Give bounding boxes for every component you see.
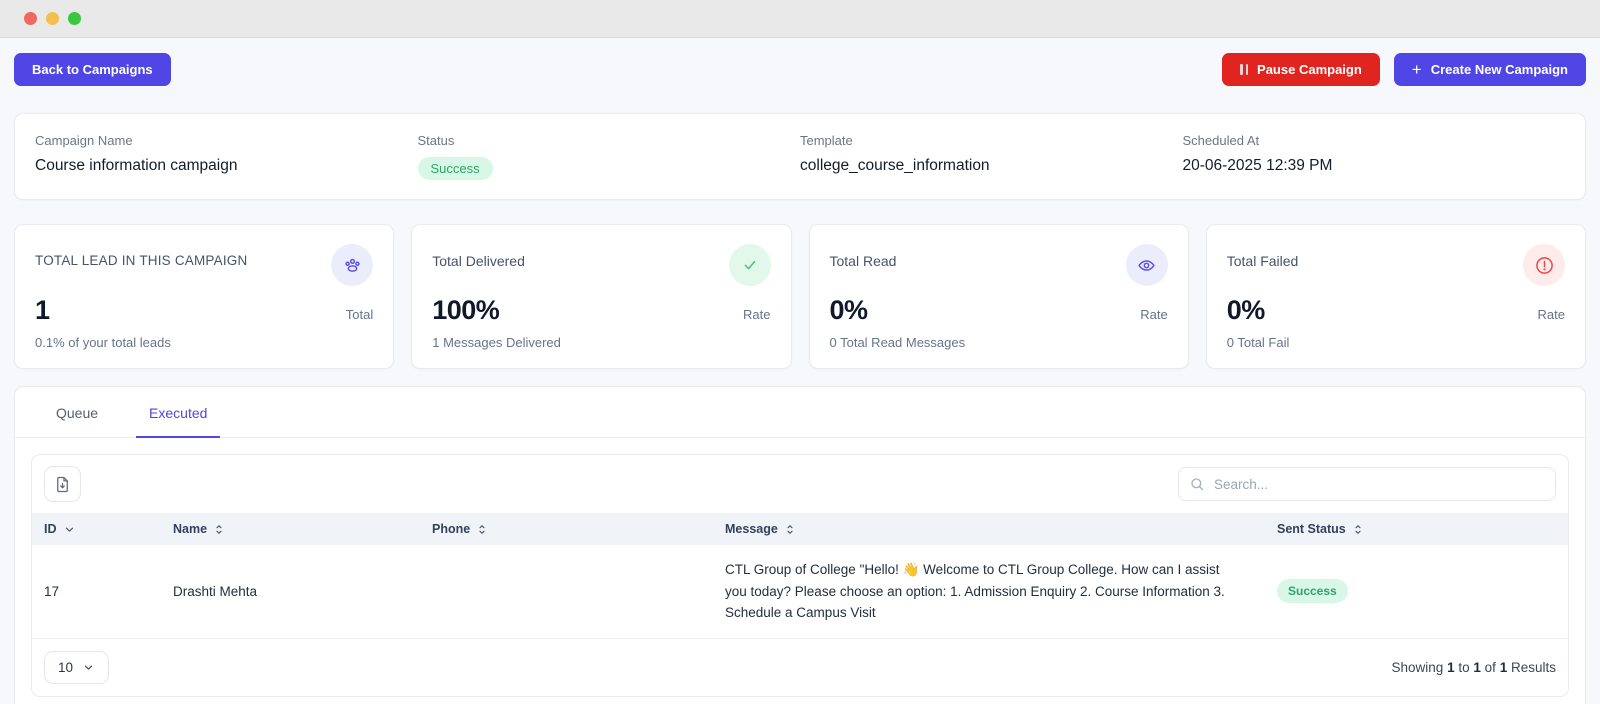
stat-subtitle: 0 Total Fail [1227,335,1565,350]
stat-value: 0% [1227,295,1265,326]
close-window-button[interactable] [24,12,37,25]
search-icon [1189,476,1205,492]
table-row[interactable]: 17 Drashti Mehta CTL Group of College "H… [32,545,1568,638]
pause-icon [1240,64,1248,75]
header-id-label: ID [44,522,57,536]
stat-unit: Total [346,307,373,326]
back-to-campaigns-button[interactable]: Back to Campaigns [14,53,171,86]
search-input[interactable] [1178,467,1556,501]
plus-icon: + [1412,61,1422,78]
tab-queue[interactable]: Queue [43,387,111,438]
table-header-row: ID Name [32,513,1568,545]
stat-value: 0% [830,295,868,326]
stat-card-total-delivered: Total Delivered 100% Rate 1 Messages Del… [411,224,791,369]
cell-sent-status: Success [1265,545,1568,638]
action-bar-right: Pause Campaign + Create New Campaign [1222,53,1586,86]
search-box [1178,467,1556,501]
results-to: 1 [1473,660,1481,675]
sort-icon [213,523,225,536]
stat-value: 1 [35,295,50,326]
status-label: Status [418,133,801,148]
header-name-label: Name [173,522,207,536]
stat-title: TOTAL LEAD IN THIS CAMPAIGN [35,244,247,268]
sent-status-badge: Success [1277,579,1348,603]
stats-row: TOTAL LEAD IN THIS CAMPAIGN 1 Total 0.1%… [14,224,1586,369]
template-field: Template college_course_information [800,133,1183,180]
window-titlebar [0,0,1600,38]
cell-id: 17 [32,545,161,638]
file-download-icon [53,475,72,494]
stat-subtitle: 0 Total Read Messages [830,335,1168,350]
leads-table-panel: ID Name [31,454,1569,697]
tab-bar: Queue Executed [15,387,1585,438]
export-file-button[interactable] [44,466,81,502]
results-from: 1 [1447,660,1455,675]
status-field: Status Success [418,133,801,180]
campaign-name-value: Course information campaign [35,157,418,175]
sort-icon [784,523,796,536]
template-label: Template [800,133,1183,148]
stat-subtitle: 0.1% of your total leads [35,335,373,350]
stat-card-total-lead: TOTAL LEAD IN THIS CAMPAIGN 1 Total 0.1%… [14,224,394,369]
stat-subtitle: 1 Messages Delivered [432,335,770,350]
header-phone[interactable]: Phone [420,513,713,545]
stat-unit: Rate [1140,307,1167,326]
pause-campaign-button[interactable]: Pause Campaign [1222,53,1380,86]
stat-card-total-failed: Total Failed 0% Rate 0 Total Fail [1206,224,1586,369]
chevron-down-icon [82,661,95,674]
status-badge: Success [418,157,493,180]
results-summary: Showing 1 to 1 of 1 Results [1392,660,1556,675]
create-new-campaign-label: Create New Campaign [1431,62,1568,77]
maximize-window-button[interactable] [68,12,81,25]
template-value: college_course_information [800,157,1183,175]
header-id[interactable]: ID [32,513,161,545]
table-footer: 10 Showing 1 to 1 of 1 Results [32,638,1568,696]
alert-icon [1523,244,1565,286]
pause-campaign-label: Pause Campaign [1257,62,1362,77]
stat-value: 100% [432,295,499,326]
campaign-name-field: Campaign Name Course information campaig… [35,133,418,180]
scheduled-at-label: Scheduled At [1183,133,1566,148]
back-to-campaigns-label: Back to Campaigns [32,62,153,77]
sort-icon [1352,523,1364,536]
sort-icon [476,523,488,536]
header-name[interactable]: Name [161,513,420,545]
campaign-info-card: Campaign Name Course information campaig… [14,113,1586,200]
users-icon [331,244,373,286]
results-total: 1 [1500,660,1508,675]
minimize-window-button[interactable] [46,12,59,25]
cell-name: Drashti Mehta [161,545,420,638]
page-size-select[interactable]: 10 [44,651,109,684]
tab-executed[interactable]: Executed [136,387,220,438]
check-icon [729,244,771,286]
page-size-value: 10 [58,660,73,675]
table-toolbar [32,455,1568,513]
action-bar: Back to Campaigns Pause Campaign + Creat… [14,53,1586,86]
header-sent-status[interactable]: Sent Status [1265,513,1568,545]
stat-title: Total Delivered [432,244,525,269]
cell-phone [420,545,713,638]
stat-card-total-read: Total Read 0% Rate 0 Total Read Messages [809,224,1189,369]
stat-title: Total Read [830,244,897,269]
campaign-name-label: Campaign Name [35,133,418,148]
campaign-leads-card: Queue Executed [14,386,1586,704]
header-phone-label: Phone [432,522,470,536]
header-message[interactable]: Message [713,513,1265,545]
executed-tab-panel: ID Name [15,438,1585,704]
header-message-label: Message [725,522,778,536]
page-body: Back to Campaigns Pause Campaign + Creat… [0,38,1600,704]
eye-icon [1126,244,1168,286]
chevron-down-icon [63,523,76,536]
create-new-campaign-button[interactable]: + Create New Campaign [1394,53,1586,86]
cell-message: CTL Group of College "Hello! 👋 Welcome t… [713,545,1265,638]
leads-table: ID Name [32,513,1568,638]
stat-unit: Rate [743,307,770,326]
scheduled-at-value: 20-06-2025 12:39 PM [1183,157,1566,175]
header-sent-status-label: Sent Status [1277,522,1346,536]
stat-unit: Rate [1538,307,1565,326]
stat-title: Total Failed [1227,244,1299,269]
scheduled-at-field: Scheduled At 20-06-2025 12:39 PM [1183,133,1566,180]
